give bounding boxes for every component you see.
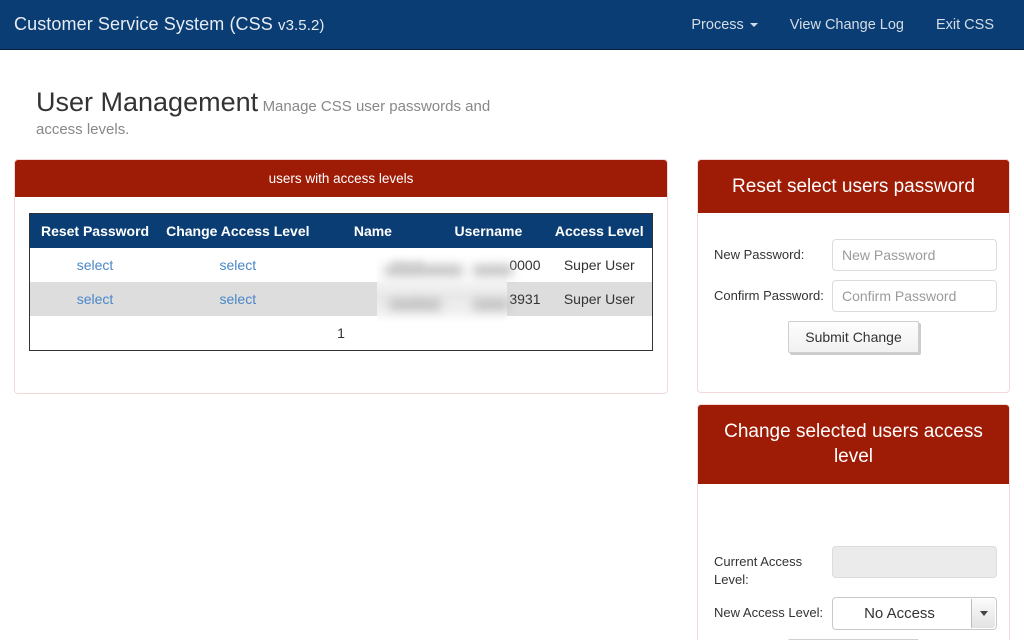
users-table: Reset Password Change Access Level Name … [30, 214, 652, 351]
column-header-reset-password[interactable]: Reset Password [30, 214, 161, 249]
cell-name: L [315, 282, 431, 317]
reset-password-select-link[interactable]: select [77, 291, 114, 307]
app-version: v3.5.2) [277, 17, 325, 34]
change-access-level-select-link[interactable]: select [220, 291, 257, 307]
column-header-username[interactable]: Username [430, 214, 547, 249]
reset-password-select-link[interactable]: select [77, 257, 114, 273]
change-access-level-panel-body: Current Access Level: New Access Level: … [698, 484, 1009, 640]
confirm-password-input[interactable] [832, 280, 997, 313]
app-brand[interactable]: Customer Service System (CSS v3.5.2) [14, 14, 325, 35]
new-access-level-label: New Access Level: [714, 605, 824, 621]
change-access-level-panel-heading-label: Change selected users access level [724, 420, 983, 468]
current-access-level-field-wrap [832, 545, 997, 578]
new-password-row: New Password: [710, 239, 997, 272]
column-header-change-access-level[interactable]: Change Access Level [160, 214, 316, 249]
pagination-page-1[interactable]: 1 [337, 325, 345, 341]
users-panel-body: Reset Password Change Access Level Name … [15, 197, 667, 363]
current-access-level-input [832, 545, 997, 578]
new-password-input[interactable] [832, 239, 997, 272]
nav-item-exit-css-label: Exit CSS [935, 16, 994, 33]
reset-password-panel-heading: Reset select users password [698, 159, 1009, 214]
new-access-level-selected-value: No Access [864, 605, 935, 623]
table-row: select select L 3931 Super User [30, 282, 652, 317]
new-access-level-select[interactable]: No Access [832, 597, 997, 631]
cell-access-level: Super User [546, 282, 652, 317]
change-access-level-panel-heading: Change selected users access level [698, 404, 1009, 484]
confirm-password-label: Confirm Password: [714, 288, 824, 304]
cell-reset-password: select [30, 248, 161, 283]
nav-item-view-change-log[interactable]: View Change Log [774, 0, 920, 50]
cell-access-level: Super User [546, 248, 652, 283]
reset-password-panel: Reset select users password New Password… [697, 158, 1010, 393]
confirm-password-row: Confirm Password: [710, 280, 997, 313]
page-header: User Management Manage CSS user password… [36, 84, 496, 141]
app-brand-name: Customer Service System (CSS [14, 14, 278, 34]
nav-item-exit-css[interactable]: Exit CSS [920, 0, 1010, 50]
change-access-level-panel: Change selected users access level Curre… [697, 403, 1010, 640]
current-access-level-label: Current Access Level: [714, 553, 803, 587]
navbar-links: Process View Change Log Exit CSS [675, 0, 1024, 50]
cell-username: 0000 [430, 248, 547, 283]
nav-item-process[interactable]: Process [675, 0, 773, 50]
cell-name: Mark [315, 248, 431, 283]
current-access-level-row: Current Access Level: [710, 545, 997, 588]
chevron-down-icon [749, 22, 758, 27]
pagination-row: 1 [30, 316, 652, 351]
new-access-level-dropdown-button[interactable] [971, 599, 995, 629]
users-table-head: Reset Password Change Access Level Name … [30, 214, 652, 249]
cell-change-access-level: select [160, 248, 316, 283]
new-access-level-field-wrap: No Access [832, 597, 997, 631]
new-access-level-row: New Access Level: No Access [710, 597, 997, 631]
new-password-label: New Password: [714, 247, 805, 263]
chevron-down-icon [979, 611, 988, 617]
users-table-body: select select Mark 0000 Super User selec… [30, 248, 652, 351]
reset-password-panel-body: New Password: Confirm Password: Submit C… [698, 213, 1009, 365]
users-panel: users with access levels Reset Password … [14, 158, 668, 394]
table-row: select select Mark 0000 Super User [30, 248, 652, 283]
reset-password-submit-button[interactable]: Submit Change [788, 321, 919, 354]
page-title: User Management [36, 87, 259, 117]
top-navbar: Customer Service System (CSS v3.5.2) Pro… [0, 0, 1024, 50]
cell-username: 3931 [430, 282, 547, 317]
new-password-field-wrap [832, 239, 997, 272]
column-header-name[interactable]: Name [315, 214, 431, 249]
pagination-cell: 1 [30, 316, 652, 351]
column-header-access-level[interactable]: Access Level [546, 214, 652, 249]
users-table-wrapper: Reset Password Change Access Level Name … [29, 213, 653, 352]
nav-item-view-change-log-label: View Change Log [789, 16, 904, 33]
nav-item-process-label: Process [691, 16, 744, 33]
users-panel-heading: users with access levels [15, 159, 667, 198]
users-table-header-row: Reset Password Change Access Level Name … [30, 214, 652, 249]
users-panel-heading-label: users with access levels [268, 170, 414, 186]
cell-change-access-level: select [160, 282, 316, 317]
reset-password-panel-heading-label: Reset select users password [732, 175, 975, 197]
change-access-level-select-link[interactable]: select [220, 257, 257, 273]
confirm-password-field-wrap [832, 280, 997, 313]
cell-reset-password: select [30, 282, 161, 317]
